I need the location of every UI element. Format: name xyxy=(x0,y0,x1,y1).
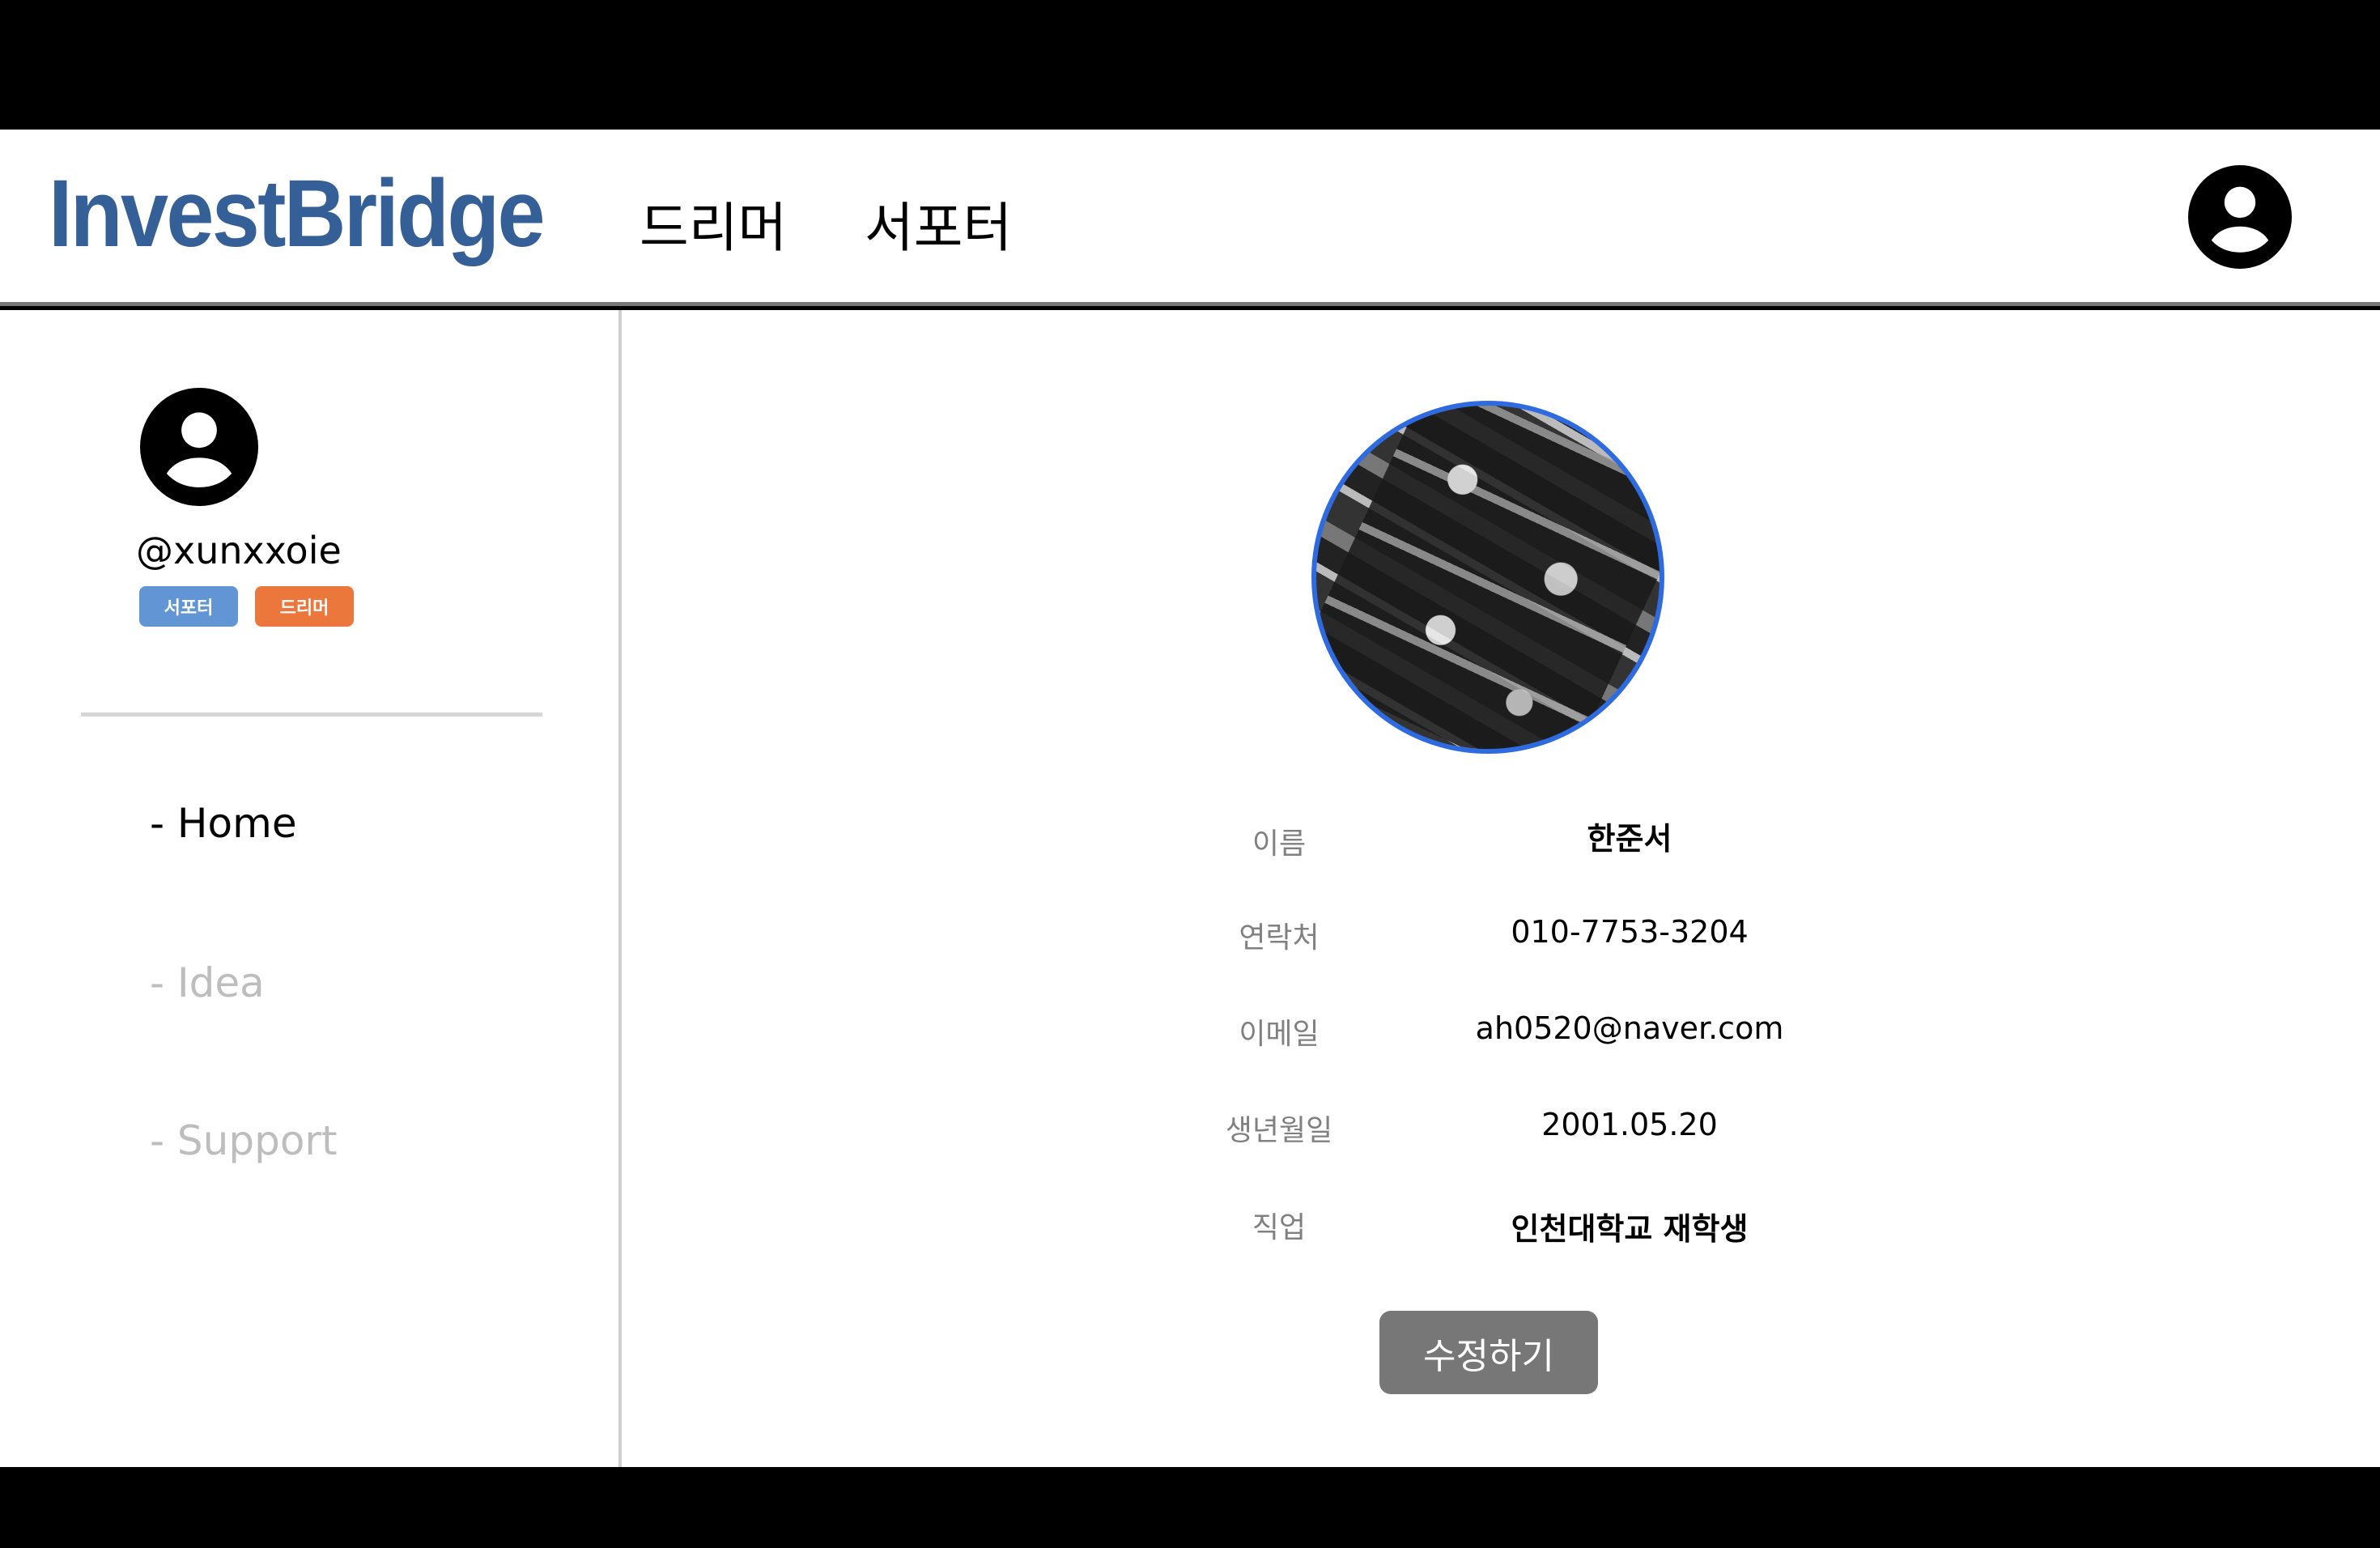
edit-profile-button[interactable]: 수정하기 xyxy=(1379,1311,1598,1394)
sidebar: @xunxxoie 서포터 드리머 - Home - Idea - Suppor… xyxy=(0,310,622,1467)
user-avatar-icon xyxy=(140,388,258,506)
badge-dreamer: 드리머 xyxy=(255,586,354,627)
row-value: 한준서 xyxy=(1587,821,1672,857)
row-label: 연락처 xyxy=(1239,921,1320,955)
bottom-letterbox xyxy=(0,1467,2380,1548)
nav-supporter[interactable]: 서포터 xyxy=(865,185,1012,262)
account-icon[interactable] xyxy=(2188,165,2292,269)
row-label: 직업 xyxy=(1252,1211,1307,1244)
header: InvestBridge 드리머 서포터 xyxy=(0,130,2380,306)
row-value: 2001.05.20 xyxy=(1541,1107,1718,1142)
main: @xunxxoie 서포터 드리머 - Home - Idea - Suppor… xyxy=(0,310,2380,1467)
row-value: 010-7753-3204 xyxy=(1511,914,1749,950)
sidebar-item-home[interactable]: - Home xyxy=(150,800,297,847)
row-label: 생년월일 xyxy=(1225,1114,1333,1147)
username: @xunxxoie xyxy=(136,529,342,572)
row-value: ah0520@naver.com xyxy=(1475,1010,1784,1046)
profile-row-phone: 연락처 010-7753-3204 xyxy=(1133,914,1943,963)
sidebar-item-idea[interactable]: - Idea xyxy=(150,959,265,1006)
row-value: 인천대학교 재학생 xyxy=(1511,1211,1749,1247)
logo[interactable]: InvestBridge xyxy=(49,159,546,269)
badge-supporter: 서포터 xyxy=(139,586,238,627)
profile-photo xyxy=(1311,401,1664,754)
row-label: 이메일 xyxy=(1239,1018,1320,1051)
sidebar-item-support[interactable]: - Support xyxy=(150,1117,338,1164)
profile-row-birthdate: 생년월일 2001.05.20 xyxy=(1133,1107,1943,1155)
top-letterbox xyxy=(0,0,2380,130)
nav-dreamer[interactable]: 드리머 xyxy=(640,185,787,262)
profile-row-name: 이름 한준서 xyxy=(1133,820,1943,869)
profile-row-email: 이메일 ah0520@naver.com xyxy=(1133,1010,1943,1059)
sidebar-divider xyxy=(81,712,542,717)
profile-row-job: 직업 인천대학교 재학생 xyxy=(1133,1204,1943,1252)
row-label: 이름 xyxy=(1252,827,1307,861)
